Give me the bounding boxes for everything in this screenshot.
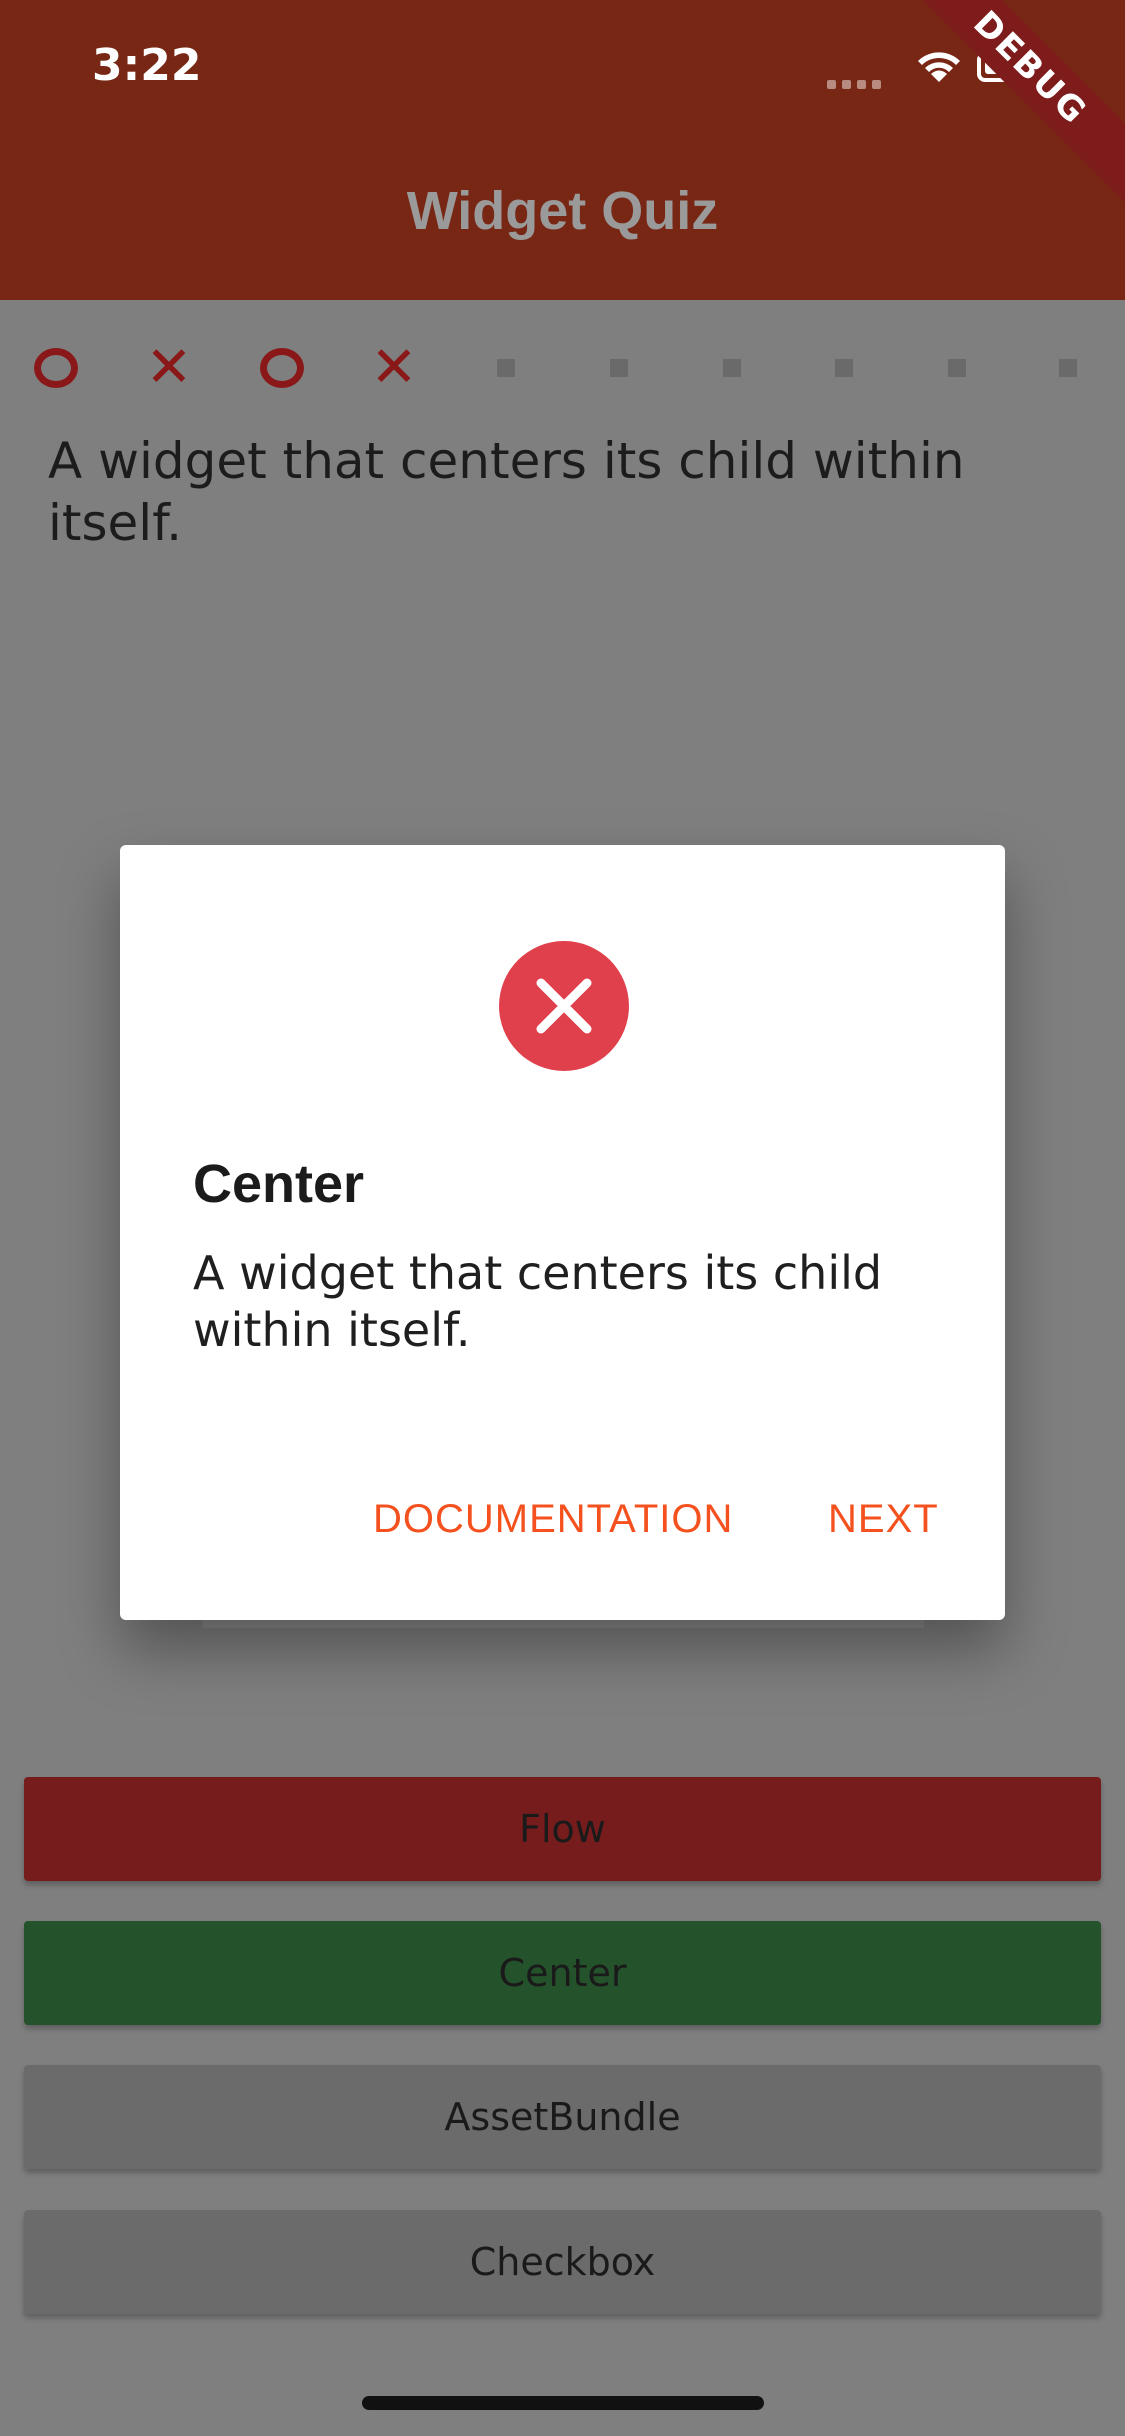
dialog-body: A widget that centers its child within i… xyxy=(193,1246,883,1357)
documentation-button[interactable]: DOCUMENTATION xyxy=(373,1497,733,1542)
status-time: 3:22 xyxy=(92,40,202,91)
score-pending-icon xyxy=(704,340,760,396)
score-correct-icon xyxy=(254,340,310,396)
score-correct-icon xyxy=(28,340,84,396)
score-pending-icon xyxy=(1040,340,1096,396)
result-dialog: Center A widget that centers its child w… xyxy=(120,845,1005,1620)
score-pending-icon xyxy=(816,340,872,396)
error-circle-icon xyxy=(499,941,629,1071)
next-button[interactable]: NEXT xyxy=(828,1497,939,1542)
answer-button-center[interactable]: Center xyxy=(24,1921,1101,2025)
score-pending-icon xyxy=(929,340,985,396)
home-indicator xyxy=(362,2396,764,2410)
answer-button-assetbundle[interactable]: AssetBundle xyxy=(24,2065,1101,2169)
wifi-icon xyxy=(918,52,960,82)
answer-button-flow[interactable]: Flow xyxy=(24,1777,1101,1881)
app-bar: 3:22 Widget Quiz xyxy=(0,0,1125,300)
score-tracker: ✕ ✕ xyxy=(0,340,1125,400)
signal-icon xyxy=(827,76,887,94)
score-wrong-icon: ✕ xyxy=(370,335,418,400)
score-pending-icon xyxy=(478,340,534,396)
score-pending-icon xyxy=(591,340,647,396)
question-text: A widget that centers its child within i… xyxy=(48,432,965,552)
answer-button-checkbox[interactable]: Checkbox xyxy=(24,2210,1101,2314)
dialog-title: Center xyxy=(193,1154,365,1214)
score-wrong-icon: ✕ xyxy=(145,335,193,400)
app-title: Widget Quiz xyxy=(406,181,719,241)
